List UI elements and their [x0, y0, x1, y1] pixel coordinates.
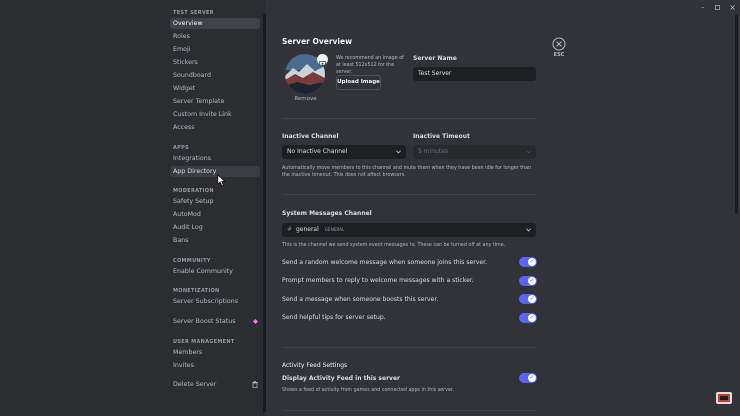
sidebar-item-safety-setup[interactable]: Safety Setup: [170, 196, 260, 207]
server-name-input[interactable]: Test Server: [413, 67, 536, 81]
hash-icon: #: [287, 226, 293, 233]
esc-label: ESC: [553, 52, 565, 58]
divider: [282, 118, 536, 119]
divider: [282, 410, 536, 411]
sidebar-item-delete-server[interactable]: Delete Server: [170, 379, 260, 390]
welcome-message-label: Send a random welcome message when someo…: [282, 259, 488, 266]
mouse-cursor-icon: [217, 174, 226, 187]
boost-status-label: Server Boost Status: [173, 318, 236, 325]
page-title: Server Overview: [282, 37, 352, 46]
setup-tips-label: Send helpful tips for server setup.: [282, 314, 386, 321]
sidebar-item-app-directory[interactable]: App Directory: [170, 166, 260, 177]
image-recommendation-text: We recommend an image of at least 512x51…: [336, 56, 404, 75]
sidebar-item-automod[interactable]: AutoMod: [170, 209, 260, 220]
chevron-down-icon: [526, 228, 531, 232]
inactive-timeout-label: Inactive Timeout: [413, 133, 470, 140]
esc-button[interactable]: ESC: [551, 37, 567, 61]
activity-feed-help: Shows a feed of activity from games and …: [282, 388, 454, 393]
check-icon: ✓: [528, 295, 536, 303]
sidebar-item-soundboard[interactable]: Soundboard: [170, 70, 260, 81]
sticker-reply-toggle[interactable]: ✓: [519, 276, 537, 286]
sidebar-item-invites[interactable]: Invites: [170, 360, 260, 371]
server-name-label: Server Name: [413, 55, 457, 62]
inactive-channel-label: Inactive Channel: [282, 133, 339, 140]
system-channel-name: general: [295, 226, 319, 233]
section-community: COMMUNITY: [173, 258, 211, 264]
check-icon: ✓: [528, 258, 536, 266]
sidebar-item-members[interactable]: Members: [170, 347, 260, 358]
delete-server-label: Delete Server: [173, 381, 217, 388]
inactive-timeout-select[interactable]: 5 minutes: [413, 145, 536, 159]
upload-image-button[interactable]: Upload Image: [336, 75, 381, 90]
sidebar-item-server-subscriptions[interactable]: Server Subscriptions: [170, 296, 260, 307]
sidebar-item-stickers[interactable]: Stickers: [170, 57, 260, 68]
sidebar-scrollbar[interactable]: [263, 14, 266, 412]
setup-tips-toggle[interactable]: ✓: [519, 313, 537, 323]
boost-message-toggle[interactable]: ✓: [519, 294, 537, 304]
divider: [282, 194, 536, 195]
chevron-down-icon: [396, 150, 401, 154]
sidebar-item-roles[interactable]: Roles: [170, 31, 260, 42]
sidebar-item-emoji[interactable]: Emoji: [170, 44, 260, 55]
system-channel-help: This is the channel we send system event…: [282, 243, 506, 248]
main-scrollbar[interactable]: [735, 14, 738, 214]
inactive-channel-select[interactable]: No Inactive Channel: [282, 145, 406, 159]
close-icon: [552, 37, 566, 51]
sidebar-item-overview[interactable]: Overview: [170, 18, 260, 29]
section-test-server: TEST SERVER: [173, 10, 214, 16]
sidebar-item-access[interactable]: Access: [170, 122, 260, 133]
system-channel-category: GENERAL: [324, 227, 345, 232]
divider: [282, 347, 536, 348]
add-image-icon: [319, 61, 326, 67]
welcome-message-toggle[interactable]: ✓: [519, 257, 537, 267]
sidebar-item-widget[interactable]: Widget: [170, 83, 260, 94]
check-icon: ✓: [528, 314, 536, 322]
trash-icon: [252, 381, 258, 388]
sidebar-item-server-boost-status[interactable]: Server Boost Status: [170, 316, 260, 327]
check-icon: ✓: [528, 374, 536, 382]
remove-image-link[interactable]: Remove: [289, 96, 322, 102]
add-image-badge[interactable]: [317, 54, 328, 67]
sticker-reply-label: Prompt members to reply to welcome messa…: [282, 277, 474, 284]
sidebar-item-server-template[interactable]: Server Template: [170, 96, 260, 107]
activity-feed-section-title: Activity Feed Settings: [282, 362, 348, 369]
boost-message-label: Send a message when someone boosts this …: [282, 296, 439, 303]
sidebar-item-bans[interactable]: Bans: [170, 235, 260, 246]
activity-feed-toggle[interactable]: ✓: [519, 373, 537, 383]
sidebar-item-custom-invite-link[interactable]: Custom Invite Link: [170, 109, 260, 120]
section-moderation: MODERATION: [173, 188, 214, 194]
inactive-timeout-value: 5 minutes: [418, 148, 449, 155]
sidebar-item-audit-log[interactable]: Audit Log: [170, 222, 260, 233]
minimize-icon[interactable]: –: [701, 3, 705, 11]
system-channel-select[interactable]: # general GENERAL: [282, 223, 536, 237]
corner-logo-icon: [716, 392, 732, 404]
activity-feed-label: Display Activity Feed in this server: [282, 375, 400, 382]
sidebar-item-integrations[interactable]: Integrations: [170, 153, 260, 164]
sidebar-item-enable-community[interactable]: Enable Community: [170, 266, 260, 277]
chevron-down-icon: [526, 150, 531, 154]
section-user-management: USER MANAGEMENT: [173, 339, 235, 345]
inactive-channel-value: No Inactive Channel: [287, 148, 348, 155]
close-window-icon[interactable]: [730, 5, 735, 10]
system-messages-label: System Messages Channel: [282, 210, 372, 217]
inactive-channel-help: Automatically move members to this chann…: [282, 166, 532, 178]
section-monetization: MONETIZATION: [173, 288, 220, 294]
check-icon: ✓: [528, 277, 536, 285]
section-apps: APPS: [173, 145, 189, 151]
maximize-icon[interactable]: [715, 5, 720, 10]
boost-gem-icon: [253, 319, 258, 324]
